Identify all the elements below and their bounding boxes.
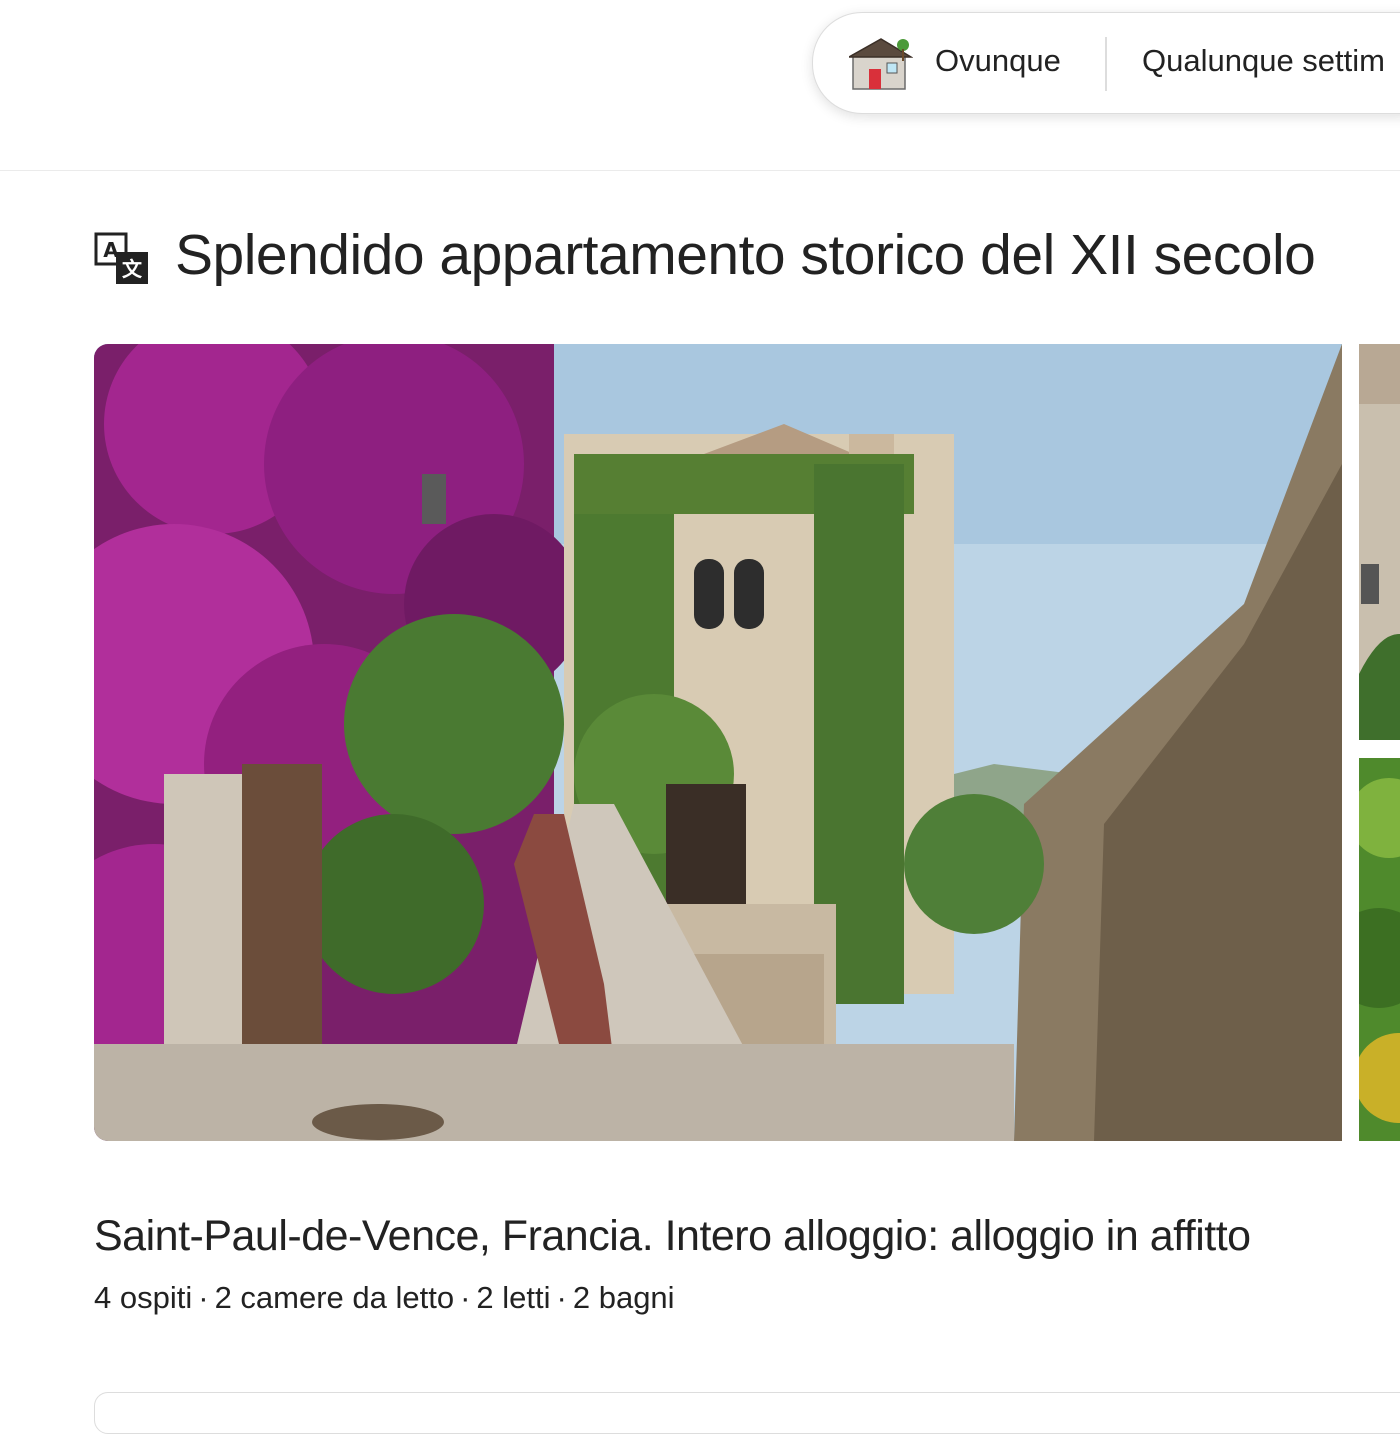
side-photo-2[interactable] bbox=[1359, 758, 1400, 1141]
bathrooms-count: 2 bagni bbox=[572, 1280, 675, 1315]
page-title: Splendido appartamento storico del XII s… bbox=[175, 223, 1316, 287]
top-header: Ovunque Qualunque settim bbox=[0, 0, 1400, 171]
search-when-button[interactable]: Qualunque settim bbox=[1142, 43, 1385, 79]
next-section-card bbox=[94, 1392, 1400, 1434]
svg-text:文: 文 bbox=[122, 257, 143, 281]
listing-title-row: A 文 Splendido appartamento storico del X… bbox=[94, 222, 1400, 292]
guests-count: 4 ospiti bbox=[94, 1280, 193, 1315]
separator-dot: · bbox=[198, 1280, 209, 1315]
listing-details: 4 ospiti · 2 camere da letto · 2 letti · 2 bag… bbox=[94, 1280, 675, 1316]
separator-dot: · bbox=[556, 1280, 567, 1315]
listing-location-type: Saint-Paul-de-Vence, Francia. Intero all… bbox=[94, 1212, 1251, 1260]
beds-count: 2 letti bbox=[476, 1280, 551, 1315]
search-bar[interactable]: Ovunque Qualunque settim bbox=[812, 12, 1400, 114]
translate-icon[interactable]: A 文 bbox=[94, 230, 150, 286]
main-photo[interactable] bbox=[94, 344, 1342, 1141]
photo-gallery bbox=[94, 344, 1400, 1141]
separator-dot: · bbox=[460, 1280, 471, 1315]
search-where-button[interactable]: Ovunque bbox=[935, 43, 1061, 79]
house-icon bbox=[849, 38, 913, 90]
bedrooms-count: 2 camere da letto bbox=[214, 1280, 455, 1315]
side-photo-1[interactable] bbox=[1359, 344, 1400, 740]
search-divider bbox=[1105, 37, 1107, 91]
